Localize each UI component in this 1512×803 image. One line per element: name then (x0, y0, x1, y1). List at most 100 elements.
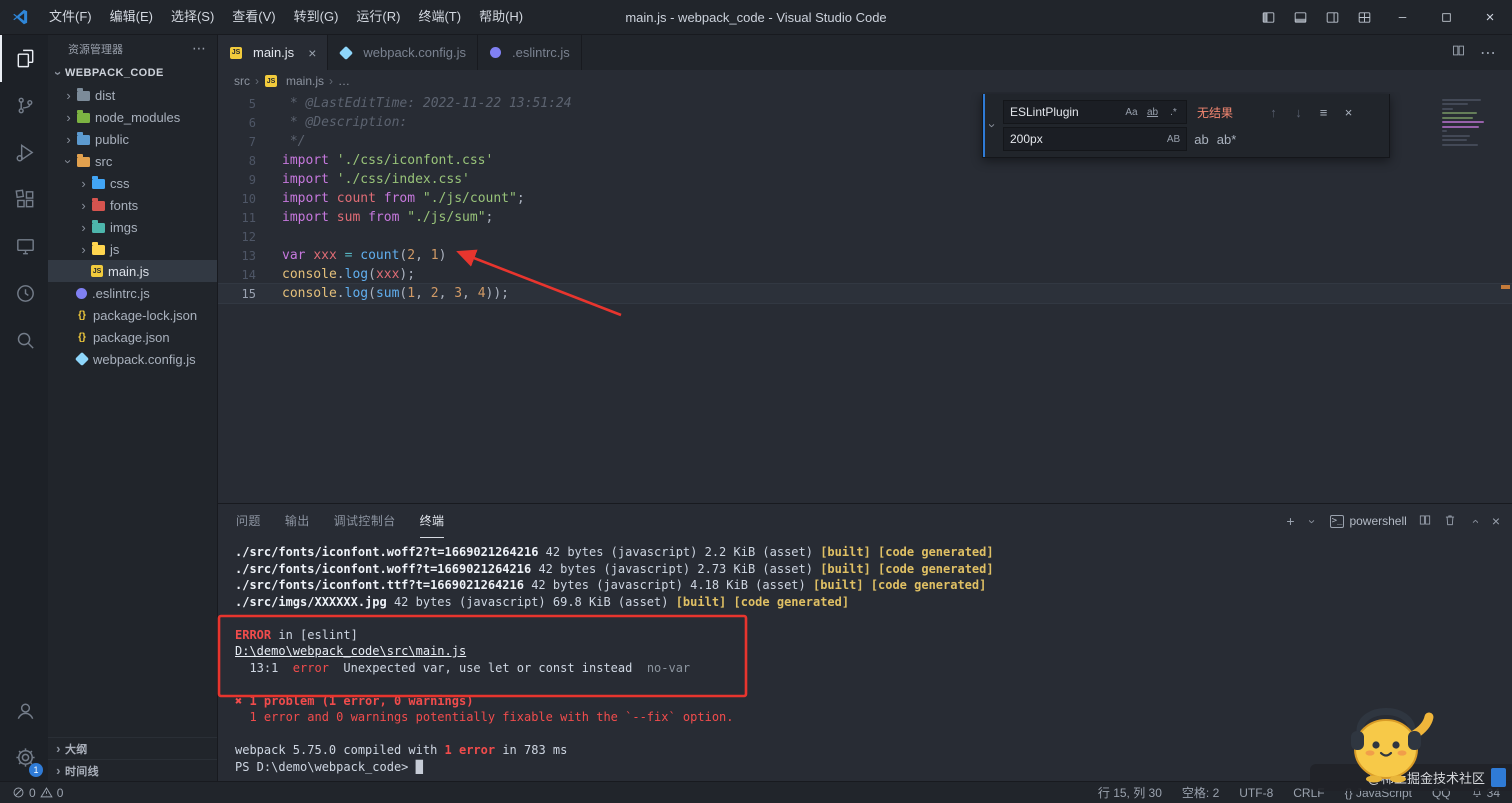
breadcrumb-item[interactable]: JS main.js (264, 74, 324, 88)
panel-tab[interactable]: 终端 (419, 504, 445, 538)
close-find-icon[interactable]: × (1338, 102, 1359, 123)
customize-layout-icon[interactable] (1348, 0, 1380, 34)
new-terminal-icon[interactable]: + (1286, 513, 1294, 529)
notifications-item[interactable]: 34 (1471, 786, 1500, 800)
code-line[interactable]: 9 import './css/index.css' (218, 170, 1512, 189)
menu-item[interactable]: 编辑(E) (101, 0, 162, 34)
statusbar-item[interactable]: 行 15, 列 30 (1098, 784, 1162, 801)
close-panel-icon[interactable]: × (1492, 513, 1500, 529)
toggle-replace-chevron[interactable]: › (983, 94, 1000, 157)
terminal-output[interactable]: ./src/fonts/iconfont.woff2?t=16690212642… (218, 538, 1512, 781)
problems-indicator[interactable]: 0 0 (12, 786, 63, 800)
code-line[interactable]: 15 console.log(sum(1, 2, 3, 4)); (218, 284, 1512, 303)
tree-item[interactable]: › node_modules (48, 106, 217, 128)
menu-item[interactable]: 帮助(H) (470, 0, 532, 34)
search-icon[interactable] (0, 317, 48, 364)
code-editor[interactable]: 5 * @LastEditTime: 2022-11-22 13:51:24 6 … (218, 92, 1512, 503)
find-input[interactable] (1010, 105, 1120, 119)
tree-item[interactable]: › fonts (48, 194, 217, 216)
overview-ruler[interactable] (1499, 92, 1512, 503)
tree-item[interactable]: › public (48, 128, 217, 150)
tree-item[interactable]: webpack.config.js (48, 348, 217, 370)
statusbar-item[interactable]: {} JavaScript (1345, 786, 1412, 800)
panel-tab[interactable]: 调试控制台 (334, 504, 396, 538)
menu-item[interactable]: 运行(R) (347, 0, 409, 34)
accounts-icon[interactable] (0, 687, 48, 734)
menu-item[interactable]: 查看(V) (223, 0, 284, 34)
find-input-box[interactable]: Aa ab .* (1003, 100, 1187, 124)
code-line[interactable]: 10 import count from "./js/count"; (218, 189, 1512, 208)
code-line[interactable]: 14 console.log(xxx); (218, 265, 1512, 284)
menu-item[interactable]: 选择(S) (162, 0, 223, 34)
split-terminal-icon[interactable] (1418, 513, 1432, 530)
history-icon[interactable] (0, 270, 48, 317)
statusbar-item[interactable]: UTF-8 (1239, 786, 1273, 800)
more-actions-icon[interactable]: ⋯ (192, 40, 207, 57)
toggle-panel-icon[interactable] (1284, 0, 1316, 34)
run-and-debug-icon[interactable] (0, 129, 48, 176)
menu-item[interactable]: 终端(T) (409, 0, 470, 34)
maximize-button[interactable] (1424, 0, 1468, 34)
statusbar-item[interactable]: QQ (1432, 786, 1451, 800)
remote-explorer-icon[interactable] (0, 223, 48, 270)
sidebar-section[interactable]: › 时间线 (48, 759, 217, 781)
tree-item[interactable]: {} package.json (48, 326, 217, 348)
tree-item-label: public (95, 131, 129, 147)
regex-icon[interactable]: .* (1164, 103, 1183, 122)
replace-input-box[interactable]: AB (1003, 127, 1187, 151)
toggle-sidebar-icon[interactable] (1252, 0, 1284, 34)
previous-match-icon[interactable]: ↑ (1263, 102, 1284, 123)
replace-input[interactable] (1010, 132, 1162, 146)
editor-more-icon[interactable]: ⋯ (1480, 43, 1496, 63)
whole-word-icon[interactable]: ab (1143, 103, 1162, 122)
preserve-case-icon[interactable]: AB (1164, 130, 1183, 149)
minimap[interactable] (1442, 96, 1496, 148)
tree-item[interactable]: › imgs (48, 216, 217, 238)
code-line[interactable]: 13 var xxx = count(2, 1) (218, 246, 1512, 265)
shell-label[interactable]: >_ powershell (1329, 514, 1407, 528)
split-editor-icon[interactable] (1451, 43, 1466, 63)
folder-section-header[interactable]: › WEBPACK_CODE (48, 62, 217, 84)
overview-marker (1501, 285, 1510, 290)
tree-item[interactable]: .eslintrc.js (48, 282, 217, 304)
minimize-button[interactable] (1380, 0, 1424, 34)
close-tab-icon[interactable]: × (308, 46, 316, 60)
tree-item[interactable]: › dist (48, 84, 217, 106)
tree-item[interactable]: {} package-lock.json (48, 304, 217, 326)
code-line[interactable]: 11 import sum from "./js/sum"; (218, 208, 1512, 227)
code-line[interactable]: 12 (218, 227, 1512, 246)
line-number: 5 (248, 96, 256, 111)
breadcrumb: src › JS main.js ›… (218, 70, 1512, 92)
maximize-panel-icon[interactable]: › (1467, 515, 1482, 528)
editor-tab[interactable]: JS main.js × (218, 35, 329, 70)
statusbar-item[interactable]: 空格: 2 (1182, 784, 1219, 801)
kill-terminal-icon[interactable] (1443, 513, 1457, 530)
menu-item[interactable]: 转到(G) (285, 0, 348, 34)
extensions-icon[interactable] (0, 176, 48, 223)
source-control-icon[interactable] (0, 82, 48, 129)
find-in-selection-icon[interactable]: ≡ (1313, 102, 1334, 123)
panel-tab[interactable]: 问题 (236, 504, 261, 538)
close-button[interactable]: × (1468, 0, 1512, 34)
breadcrumb-item[interactable]: src (234, 74, 250, 88)
next-match-icon[interactable]: ↓ (1288, 102, 1309, 123)
editor-tab[interactable]: .eslintrc.js (478, 35, 582, 70)
tree-item[interactable]: › css (48, 172, 217, 194)
chevron-down-icon: › (51, 70, 66, 76)
menu-item[interactable]: 文件(F) (40, 0, 101, 34)
panel-tab[interactable]: 输出 (285, 504, 310, 538)
tree-item[interactable]: › src (48, 150, 217, 172)
settings-gear-icon[interactable]: 1 (0, 734, 48, 781)
match-case-icon[interactable]: Aa (1122, 103, 1141, 122)
editor-tab[interactable]: webpack.config.js (328, 35, 478, 70)
statusbar-item[interactable]: CRLF (1293, 786, 1324, 800)
explorer-icon[interactable] (0, 35, 48, 82)
replace-all-icon[interactable]: ab* (1216, 129, 1237, 150)
breadcrumb-item[interactable]: … (338, 74, 350, 88)
sidebar-section[interactable]: › 大纲 (48, 737, 217, 759)
toggle-secondary-sidebar-icon[interactable] (1316, 0, 1348, 34)
replace-icon[interactable]: ab (1191, 129, 1212, 150)
tree-item[interactable]: JS main.js (48, 260, 217, 282)
terminal-dropdown-icon[interactable]: › (1305, 515, 1320, 528)
tree-item[interactable]: › js (48, 238, 217, 260)
